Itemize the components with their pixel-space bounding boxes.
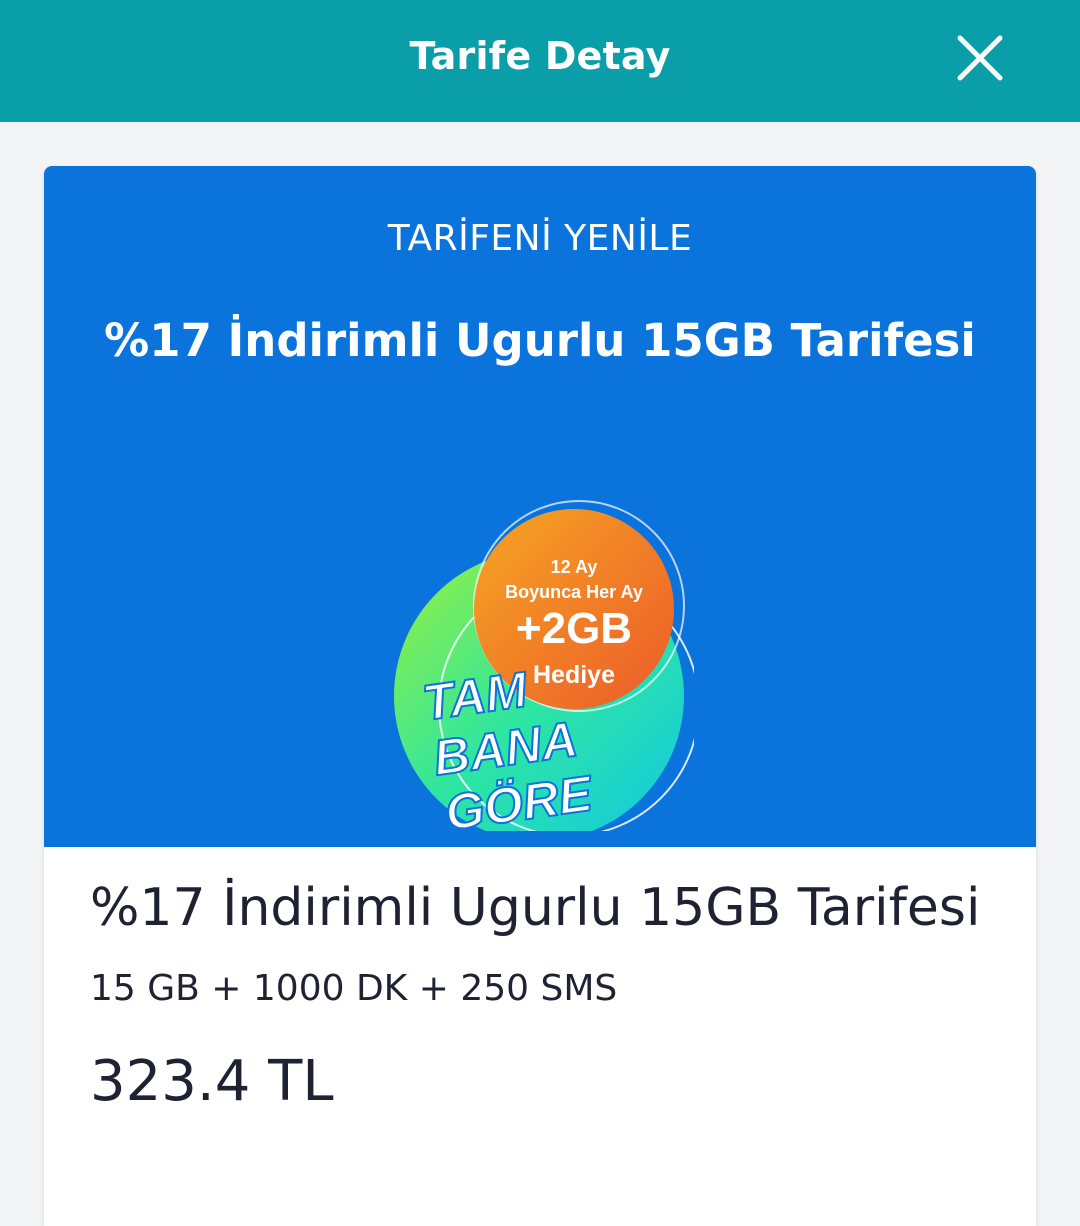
promo-line2: Boyunca Her Ay: [505, 582, 643, 602]
close-icon: [957, 35, 1003, 81]
banner-title: %17 İndirimli Ugurlu 15GB Tarifesi: [104, 314, 976, 367]
plan-price: 323.4 TL: [90, 1049, 334, 1114]
tariff-card: TARİFENİ YENİLE %17 İndirimli Ugurlu 15G…: [44, 166, 1036, 1226]
page-title: Tarife Detay: [409, 34, 671, 78]
close-button[interactable]: [950, 28, 1010, 88]
promo-line1: 12 Ay: [551, 557, 598, 577]
promo-badge: 12 Ay Boyunca Her Ay +2GB Hediye TAM BAN…: [374, 491, 694, 831]
plan-name: %17 İndirimli Ugurlu 15GB Tarifesi: [90, 878, 981, 938]
plan-info: %17 İndirimli Ugurlu 15GB Tarifesi 15 GB…: [90, 878, 996, 1114]
banner-kicker: TARİFENİ YENİLE: [387, 218, 693, 259]
tariff-banner: TARİFENİ YENİLE %17 İndirimli Ugurlu 15G…: [44, 166, 1036, 847]
promo-gift: Hediye: [533, 661, 615, 689]
top-bar: Tarife Detay: [0, 0, 1080, 122]
plan-features: 15 GB + 1000 DK + 250 SMS: [90, 968, 618, 1009]
promo-amount: +2GB: [516, 604, 632, 653]
